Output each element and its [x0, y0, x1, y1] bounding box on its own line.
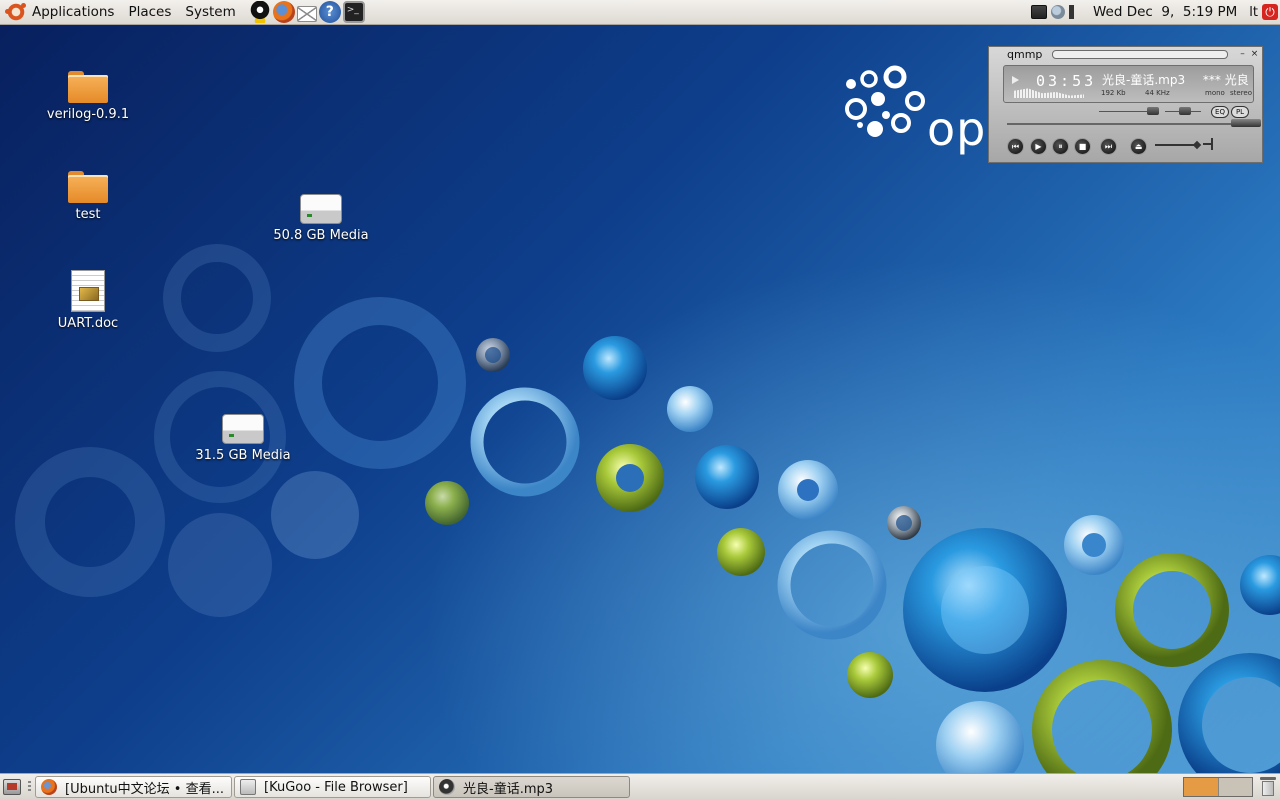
- network-icon[interactable]: [1030, 5, 1047, 19]
- minimize-button[interactable]: –: [1238, 49, 1247, 59]
- pl-button[interactable]: PL: [1231, 106, 1249, 118]
- previous-button[interactable]: ⏮: [1007, 138, 1024, 155]
- song-filename: 光良-童话.mp3: [1102, 73, 1186, 87]
- wallpaper-logo-icon: [845, 65, 925, 137]
- trash-icon[interactable]: [1259, 777, 1277, 797]
- mono-indicator: mono: [1205, 89, 1225, 97]
- taskbar-item-label: [KuGoo - File Browser]: [264, 779, 408, 795]
- top-panel: Applications Places System ? >_ Wed Dec …: [0, 0, 1280, 25]
- seek-slider[interactable]: [1231, 119, 1261, 127]
- firefox-icon: [41, 779, 57, 795]
- qmmp-player-window[interactable]: qmmp – × 03:53 光良-童话.mp3 *** 光良 192 Kb 4…: [988, 46, 1263, 163]
- stop-button[interactable]: ■: [1074, 138, 1091, 155]
- workspace-1[interactable]: [1184, 778, 1218, 796]
- ubuntu-logo-icon: [5, 2, 26, 22]
- applications-menu[interactable]: Applications: [0, 0, 122, 25]
- play-indicator-icon: [1012, 76, 1019, 84]
- drive-icon: [300, 194, 342, 224]
- volume-slider[interactable]: [1147, 107, 1159, 115]
- power-button-icon[interactable]: ⏻: [1262, 4, 1278, 20]
- bitrate: 192 Kb: [1101, 89, 1126, 97]
- desktop-icon-test[interactable]: test: [33, 171, 143, 222]
- qmmp-titlebar-track: [1052, 49, 1228, 59]
- file-browser-icon: [240, 779, 256, 795]
- seek-track[interactable]: [1007, 119, 1261, 127]
- notification-area: Wed Dec 9, 5:19 PM lt ⏻: [1029, 0, 1280, 25]
- terminal-icon[interactable]: >_: [342, 1, 365, 23]
- folder-icon: [68, 71, 108, 103]
- next-button[interactable]: ⏭: [1100, 138, 1117, 155]
- balance-marker[interactable]: [1203, 138, 1213, 150]
- eq-button[interactable]: EQ: [1211, 106, 1229, 118]
- mail-envelope-icon[interactable]: [296, 6, 317, 22]
- qmmp-display: 03:53 光良-童话.mp3 *** 光良 192 Kb 44 KHz mon…: [1003, 65, 1254, 103]
- bottom-panel: [Ubuntu中文论坛 • 查看... [KuGoo - File Browse…: [0, 773, 1280, 800]
- show-desktop-icon[interactable]: [3, 779, 21, 795]
- folder-icon: [68, 171, 108, 203]
- taskbar-item-media-player[interactable]: 光良-童话.mp3: [433, 776, 630, 798]
- desktop-icon-label: verilog-0.9.1: [46, 107, 130, 122]
- places-menu-label: Places: [128, 4, 172, 20]
- song-scroll-text: *** 光良: [1202, 73, 1249, 87]
- system-menu[interactable]: System: [179, 0, 243, 25]
- desktop-icon-label: test: [75, 207, 101, 222]
- workspace-2[interactable]: [1217, 778, 1252, 796]
- eject-button[interactable]: ⏏: [1130, 138, 1147, 155]
- desktop-icon-label: 50.8 GB Media: [273, 228, 369, 243]
- volume-balance-sliders: [1099, 107, 1209, 115]
- desktop-icon-media-50gb[interactable]: 50.8 GB Media: [266, 194, 376, 243]
- places-menu[interactable]: Places: [122, 0, 179, 25]
- clock[interactable]: Wed Dec 9, 5:19 PM: [1093, 4, 1237, 20]
- desktop-icon-label: UART.doc: [57, 316, 119, 331]
- qmmp-titlebar[interactable]: qmmp – ×: [989, 47, 1262, 61]
- desktop-icon-uart-doc[interactable]: UART.doc: [33, 270, 143, 331]
- applications-menu-label: Applications: [32, 4, 115, 20]
- pause-button[interactable]: ⏸: [1052, 138, 1069, 155]
- playback-time[interactable]: 03:53: [1036, 72, 1096, 90]
- volume-icon[interactable]: [1068, 5, 1085, 19]
- launcher-group: ? >_: [248, 1, 366, 23]
- desktop-icon-media-31gb[interactable]: 31.5 GB Media: [188, 414, 298, 463]
- samplerate: 44 KHz: [1145, 89, 1170, 97]
- update-notifier-icon[interactable]: [1050, 5, 1065, 19]
- help-question-icon[interactable]: ?: [318, 1, 341, 23]
- firefox-icon[interactable]: [272, 1, 295, 23]
- stereo-indicator: stereo: [1230, 89, 1253, 97]
- taskbar-item-label: [Ubuntu中文论坛 • 查看...: [65, 781, 224, 797]
- taskbar-item-firefox[interactable]: [Ubuntu中文论坛 • 查看...: [35, 776, 232, 798]
- qmmp-title: qmmp: [1007, 47, 1043, 61]
- desktop-icon-label: 31.5 GB Media: [195, 448, 291, 463]
- panel-grip[interactable]: [28, 781, 31, 793]
- media-player-icon: [439, 779, 455, 795]
- drive-icon: [222, 414, 264, 444]
- taskbar-item-file-browser[interactable]: [KuGoo - File Browser]: [234, 776, 431, 798]
- qq-penguin-icon[interactable]: [248, 1, 271, 23]
- play-button[interactable]: ▶: [1030, 138, 1047, 155]
- song-title: 光良-童话.mp3 *** 光良: [1102, 71, 1252, 88]
- close-button[interactable]: ×: [1250, 49, 1259, 59]
- balance-slider[interactable]: [1179, 107, 1191, 115]
- desktop-icon-verilog[interactable]: verilog-0.9.1: [33, 71, 143, 122]
- workspace-switcher: [1183, 777, 1253, 797]
- taskbar-item-label: 光良-童话.mp3: [463, 781, 554, 797]
- volume-line[interactable]: [1155, 144, 1199, 146]
- document-icon: [71, 270, 105, 312]
- keyboard-layout-indicator[interactable]: lt: [1249, 5, 1258, 20]
- system-menu-label: System: [185, 4, 236, 20]
